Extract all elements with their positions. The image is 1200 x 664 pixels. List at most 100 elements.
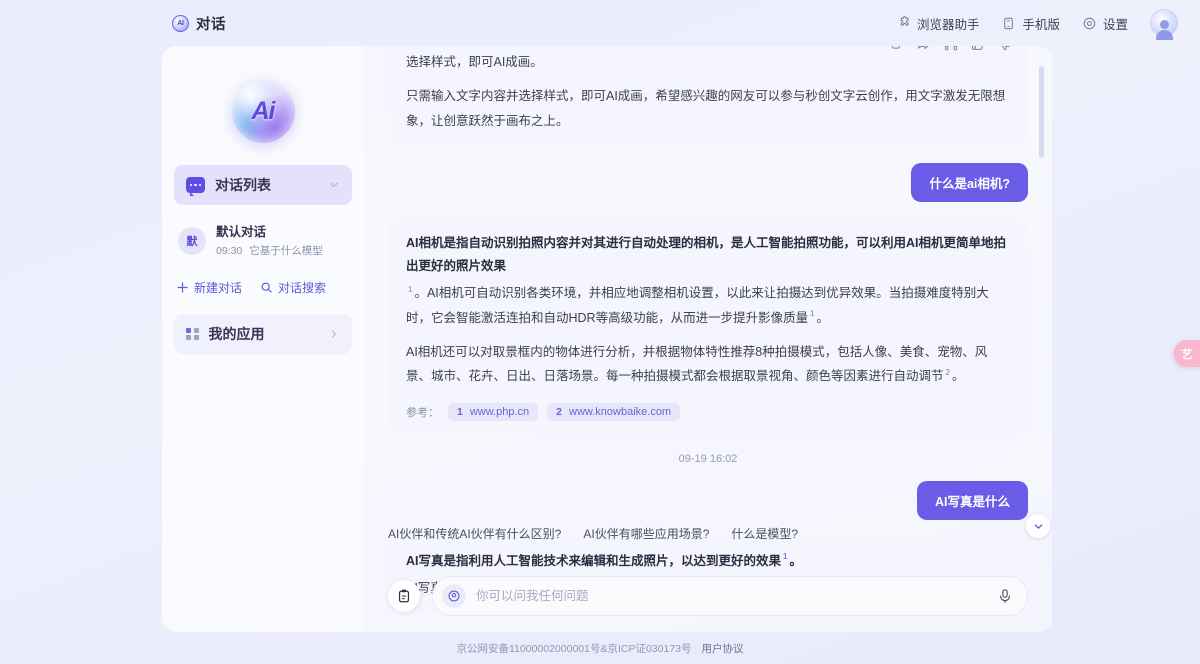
- user-agreement-link[interactable]: 用户协议: [702, 641, 744, 656]
- message-lead: AI写真是指利用人工智能技术来编辑和生成照片，以达到更好的效果 1。: [406, 550, 1010, 573]
- citation-marker[interactable]: 1: [783, 552, 787, 561]
- message-text: 。: [951, 369, 965, 384]
- page-title: 对话: [196, 16, 226, 33]
- message-text: 。: [789, 553, 802, 568]
- sidebar-item-my-apps[interactable]: 我的应用: [174, 314, 352, 354]
- app-header: AI 对话 浏览器助手 手机版 设置: [0, 0, 1200, 46]
- thumbs-down-icon[interactable]: [998, 46, 1012, 52]
- chat-scrollbar[interactable]: [1039, 66, 1044, 158]
- message-paragraph: 1 。AI相机可自动识别各类环境，并相应地调整相机设置，以此来让拍摄达到优异效果。…: [406, 281, 1010, 330]
- chat-list-icon: [186, 177, 205, 196]
- phone-icon: [1004, 17, 1014, 29]
- user-message-row: AI写真是什么: [388, 480, 1028, 520]
- thumbs-up-icon[interactable]: [971, 46, 985, 52]
- copy-icon[interactable]: [890, 46, 904, 52]
- conversation-text: 默认对话 09:30 它基于什么模型: [216, 223, 348, 259]
- conversation-avatar: 默: [178, 227, 206, 255]
- reference-url: www.knowbaike.com: [569, 405, 672, 418]
- sidebar-actions: 新建对话 对话搜索: [176, 279, 350, 296]
- message-composer: [388, 576, 1028, 616]
- references-label: 参考：: [406, 406, 439, 419]
- user-message-row: 什么是ai相机?: [388, 163, 1028, 203]
- chevron-down-icon: [1034, 524, 1042, 529]
- ai-sphere-icon: Ai: [231, 80, 295, 143]
- message-paragraph: 只需输入文字内容并选择样式，即可AI成画，希望感兴趣的网友可以参与秒创文字云创作…: [406, 89, 1006, 128]
- message-text: 。AI相机可自动识别各类环境，并相应地调整相机设置，以此来让拍摄达到优异效果。当…: [406, 286, 989, 325]
- input-container: [432, 576, 1028, 616]
- suggested-question[interactable]: AI伙伴有哪些应用场景?: [583, 525, 709, 542]
- conversation-title: 默认对话: [216, 225, 267, 239]
- reference-link[interactable]: 2 www.knowbaike.com: [547, 402, 681, 421]
- header-item-browser-assistant[interactable]: 浏览器助手: [896, 14, 980, 33]
- reference-link[interactable]: 1 www.php.cn: [448, 402, 539, 421]
- message-timestamp: 09-19 16:02: [678, 452, 738, 465]
- chevron-down-icon: [330, 182, 338, 188]
- avatar-person-icon: [1155, 19, 1173, 40]
- search-input[interactable]: [476, 589, 987, 603]
- message-paragraph: AI相机还可以对取景框内的物体进行分析，并根据物体特性推荐8种拍摄模式，包括人像…: [406, 340, 1010, 389]
- message-lead: AI相机是指自动识别拍照内容并对其进行自动处理的相机，是人工智能拍照功能，可以利…: [406, 236, 1007, 273]
- message-text: AI写真是指利用人工智能技术来编辑和生成照片，以达到更好的效果: [406, 553, 782, 568]
- icp-text: 京公网安备11000002000001号&京ICP证030173号: [456, 642, 692, 655]
- header-item-label: 设置: [1102, 17, 1128, 32]
- sidebar-item-label: 对话列表: [215, 177, 271, 193]
- header-item-settings[interactable]: 设置: [1082, 14, 1128, 33]
- page-footer: 京公网安备11000002000001号&京ICP证030173号 用户协议: [0, 632, 1200, 664]
- sidebar-logo: Ai: [162, 80, 364, 143]
- ai-message: 选择样式，即可AI成画。 只需输入文字内容并选择样式，即可AI成画，希望感兴趣的…: [388, 46, 1028, 148]
- avatar[interactable]: [1150, 9, 1178, 40]
- clipboard-icon: [398, 589, 410, 603]
- gear-icon: [1083, 17, 1096, 29]
- search-icon: [261, 282, 272, 293]
- header-item-mobile[interactable]: 手机版: [1001, 14, 1060, 33]
- ai-message: AI相机是指自动识别拍照内容并对其进行自动处理的相机，是人工智能拍照功能，可以利…: [388, 218, 1028, 435]
- message-toolbar: [890, 46, 1012, 52]
- conversation-time: 09:30: [216, 245, 243, 257]
- share-icon[interactable]: [917, 46, 931, 52]
- logo-label: Ai: [251, 97, 276, 125]
- message-text: AI相机还可以对取景框内的物体进行分析，并根据物体特性推荐8种拍摄模式，包括人像…: [406, 344, 988, 384]
- reference-url: www.php.cn: [469, 405, 530, 418]
- chat-panel: 选择样式，即可AI成画。 只需输入文字内容并选择样式，即可AI成画，希望感兴趣的…: [364, 46, 1052, 632]
- reference-number: 1: [457, 405, 463, 418]
- microphone-icon[interactable]: [997, 588, 1013, 604]
- suggested-questions: AI伙伴和传统AI伙伴有什么区别? AI伙伴有哪些应用场景? 什么是模型?: [388, 525, 1028, 548]
- search-conversation-label: 对话搜索: [278, 281, 327, 295]
- conversation-preview: 它基于什么模型: [249, 245, 323, 257]
- sidebar-item-conversation-list[interactable]: 对话列表: [174, 165, 352, 205]
- citation-marker[interactable]: 2: [946, 368, 950, 377]
- citation-marker[interactable]: 1: [810, 309, 814, 318]
- floating-button-label: 艺: [1181, 348, 1193, 361]
- reference-number: 2: [556, 405, 562, 418]
- citation-marker[interactable]: 1: [408, 285, 412, 294]
- conversation-meta: 09:30 它基于什么模型: [216, 245, 323, 257]
- references: 参考： 1 www.php.cn 2 www.knowbaike.com: [406, 402, 1010, 421]
- header-item-label: 浏览器助手: [916, 17, 980, 32]
- new-conversation-button[interactable]: 新建对话: [176, 279, 242, 296]
- user-message: AI写真是什么: [916, 480, 1028, 520]
- puzzle-icon: [900, 15, 909, 25]
- chat-scroll-area: 选择样式，即可AI成画。 只需输入文字内容并选择样式，即可AI成画，希望感兴趣的…: [364, 46, 1052, 610]
- plus-icon: [177, 282, 188, 293]
- conversation-list-item[interactable]: 默 默认对话 09:30 它基于什么模型: [176, 219, 350, 263]
- search-conversation-button[interactable]: 对话搜索: [260, 279, 326, 296]
- sidebar-item-label: 我的应用: [208, 326, 265, 342]
- brand: AI 对话: [172, 13, 226, 34]
- listen-icon[interactable]: [944, 46, 958, 52]
- brand-logo-icon: AI: [172, 14, 189, 32]
- user-message: 什么是ai相机?: [911, 163, 1028, 203]
- suggested-question[interactable]: 什么是模型?: [731, 525, 798, 542]
- message-paragraph: 选择样式，即可AI成画。: [406, 55, 543, 69]
- model-badge-icon[interactable]: [442, 584, 466, 608]
- suggested-question[interactable]: AI伙伴和传统AI伙伴有什么区别?: [388, 525, 561, 542]
- floating-art-button[interactable]: 艺: [1174, 340, 1200, 367]
- expand-message-button[interactable]: [1026, 514, 1050, 538]
- header-actions: 浏览器助手 手机版 设置: [896, 9, 1178, 40]
- sidebar: Ai 对话列表 默 默认对话 09:30 它基于什么模型 新建对话 对话搜索 我…: [162, 46, 364, 632]
- header-item-label: 手机版: [1022, 17, 1060, 32]
- new-conversation-label: 新建对话: [194, 281, 243, 295]
- grid-icon: [186, 327, 199, 341]
- message-text: 。: [816, 310, 830, 325]
- chevron-right-icon: [331, 330, 337, 338]
- attachment-button[interactable]: [388, 580, 420, 612]
